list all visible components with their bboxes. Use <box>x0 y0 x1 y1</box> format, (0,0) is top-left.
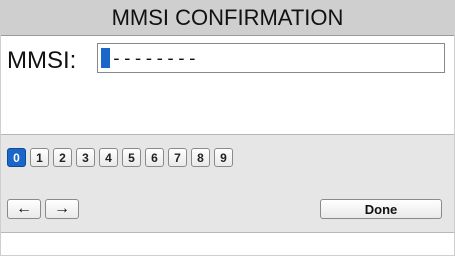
digit-key-0[interactable]: 0 <box>7 148 26 167</box>
cursor-nav-row: ← → <box>7 199 79 219</box>
digit-key-7[interactable]: 7 <box>168 148 187 167</box>
done-button[interactable]: Done <box>320 199 442 219</box>
digit-key-3[interactable]: 3 <box>76 148 95 167</box>
digit-key-6[interactable]: 6 <box>145 148 164 167</box>
digit-key-8[interactable]: 8 <box>191 148 210 167</box>
mmsi-value: -------- <box>111 47 198 69</box>
left-arrow-button[interactable]: ← <box>7 199 41 219</box>
screen-title: MMSI CONFIRMATION <box>1 1 454 36</box>
digit-key-4[interactable]: 4 <box>99 148 118 167</box>
right-arrow-button[interactable]: → <box>45 199 79 219</box>
keypad-panel: 0 1 2 3 4 5 6 7 8 9 ← → Done <box>1 134 454 233</box>
radio-display: MMSI CONFIRMATION MMSI: -------- 0 1 2 3… <box>0 0 455 256</box>
digit-key-2[interactable]: 2 <box>53 148 72 167</box>
digit-key-9[interactable]: 9 <box>214 148 233 167</box>
digit-key-5[interactable]: 5 <box>122 148 141 167</box>
digit-row: 0 1 2 3 4 5 6 7 8 9 <box>7 148 233 167</box>
digit-key-1[interactable]: 1 <box>30 148 49 167</box>
mmsi-input[interactable]: -------- <box>97 43 445 73</box>
mmsi-label: MMSI: <box>7 47 77 74</box>
text-cursor <box>101 48 110 68</box>
